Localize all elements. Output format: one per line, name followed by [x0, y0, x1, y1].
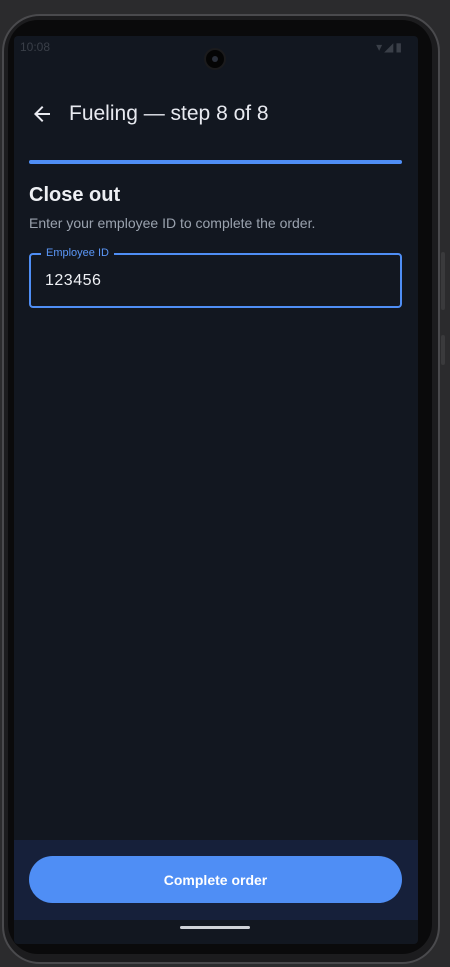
- status-icons: ▾◢▮: [376, 40, 404, 54]
- step-progress-bar: [29, 160, 402, 164]
- employee-id-field[interactable]: Employee ID: [29, 246, 402, 308]
- complete-order-button[interactable]: Complete order: [29, 856, 402, 903]
- app-screen: 10:08 ▾◢▮ Fueling — step 8 of 8 Close ou…: [14, 36, 418, 944]
- employee-id-label: Employee ID: [41, 246, 114, 260]
- bottom-action-bar: Complete order: [14, 840, 418, 920]
- arrow-back-icon[interactable]: [30, 102, 54, 126]
- step-progress-fill: [29, 160, 402, 164]
- page-title: Fueling — step 8 of 8: [69, 102, 269, 125]
- employee-id-input[interactable]: [45, 269, 385, 293]
- front-camera: [204, 48, 226, 70]
- section-title: Close out: [29, 184, 121, 206]
- power-button: [441, 335, 445, 365]
- volume-button: [441, 252, 445, 310]
- device-frame: 10:08 ▾◢▮ Fueling — step 8 of 8 Close ou…: [0, 0, 450, 967]
- home-indicator[interactable]: [180, 926, 250, 929]
- status-time: 10:08: [20, 40, 51, 54]
- top-app-bar: Fueling — step 8 of 8: [14, 92, 418, 136]
- section-subtitle: Enter your employee ID to complete the o…: [29, 215, 316, 231]
